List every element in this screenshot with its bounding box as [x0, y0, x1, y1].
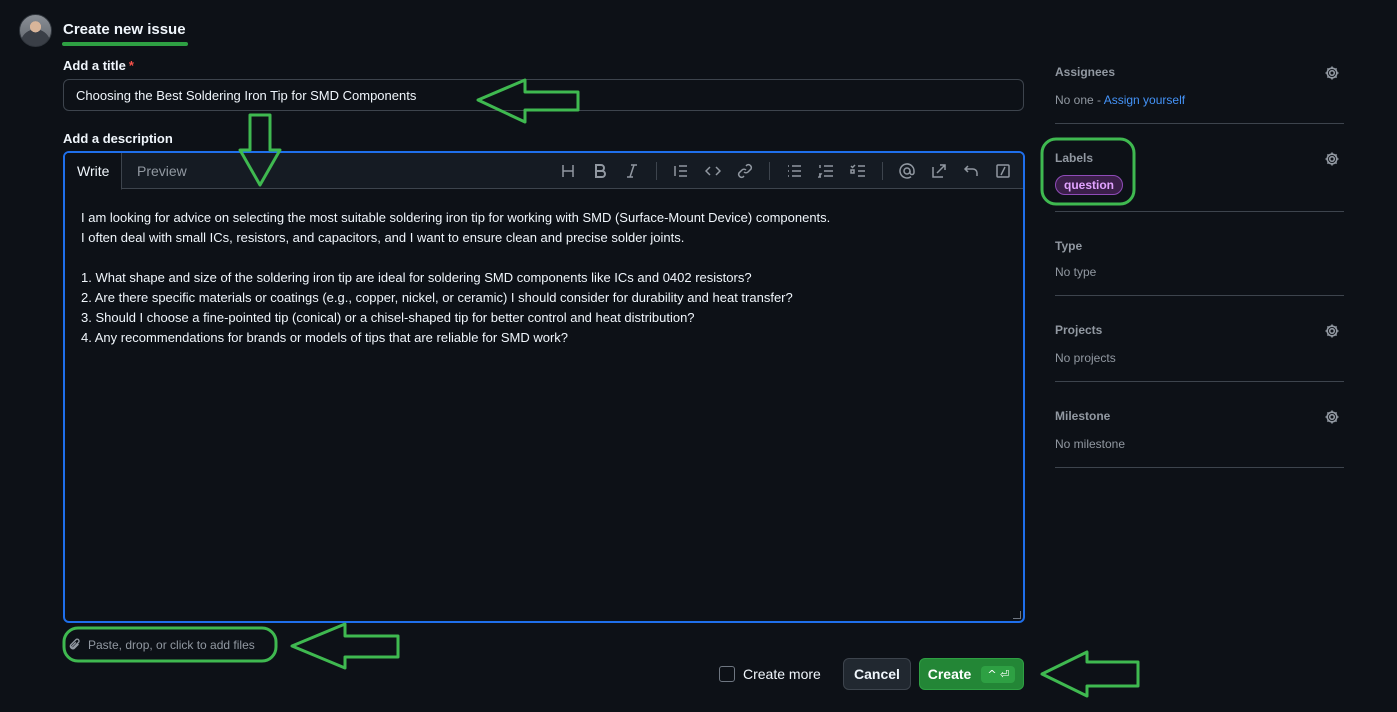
assignees-none-text: No one - [1055, 93, 1104, 107]
tab-preview[interactable]: Preview [125, 153, 199, 190]
type-value: No type [1055, 265, 1097, 279]
sidebar-milestone: Milestone No milestone [1055, 409, 1344, 468]
title-underline [62, 42, 188, 46]
undo-icon[interactable] [957, 159, 985, 183]
milestone-value: No milestone [1055, 437, 1126, 451]
title-label-text: Add a title [63, 58, 126, 73]
description-line: 4. Any recommendations for brands or mod… [81, 330, 568, 345]
bold-icon[interactable] [586, 159, 614, 183]
description-line: 1. What shape and size of the soldering … [81, 270, 752, 285]
italic-icon[interactable] [618, 159, 646, 183]
quote-icon[interactable] [667, 159, 695, 183]
paperclip-icon [69, 638, 80, 650]
assignees-value: No one - Assign yourself [1055, 93, 1344, 107]
create-more-label: Create more [743, 666, 821, 682]
annotation-arrow-create [1040, 650, 1140, 698]
description-line: I am looking for advice on selecting the… [81, 210, 831, 225]
type-title: Type [1055, 239, 1083, 253]
editor-header: Write Preview [65, 153, 1023, 190]
description-line: 3. Should I choose a fine-pointed tip (c… [81, 310, 695, 325]
cross-reference-icon[interactable] [925, 159, 953, 183]
description-editor: Write Preview I am looking for advice on… [63, 151, 1025, 623]
mention-icon[interactable] [893, 159, 921, 183]
slash-command-icon[interactable] [989, 159, 1017, 183]
code-icon[interactable] [699, 159, 727, 183]
avatar[interactable] [19, 14, 52, 47]
tab-write[interactable]: Write [65, 153, 123, 190]
sidebar-labels: Labels question [1055, 151, 1344, 212]
sidebar-type: Type No type [1055, 239, 1344, 296]
labels-gear-icon[interactable] [1324, 151, 1340, 167]
milestone-title: Milestone [1055, 409, 1111, 423]
create-more-checkbox[interactable] [719, 666, 735, 682]
annotation-arrow-attach [290, 622, 400, 670]
create-more-toggle[interactable]: Create more [719, 666, 821, 682]
resize-handle[interactable] [1013, 611, 1021, 619]
assignees-title: Assignees [1055, 65, 1116, 79]
sidebar-assignees: Assignees No one - Assign yourself [1055, 65, 1344, 124]
create-button[interactable]: Create ^ ⏎ [919, 658, 1024, 690]
link-icon[interactable] [731, 159, 759, 183]
milestone-gear-icon[interactable] [1324, 409, 1340, 425]
labels-title: Labels [1055, 151, 1094, 165]
heading-icon[interactable] [554, 159, 582, 183]
cancel-button[interactable]: Cancel [843, 658, 911, 690]
assign-yourself-link[interactable]: Assign yourself [1104, 93, 1185, 107]
title-input[interactable] [63, 79, 1024, 111]
description-blank-line [81, 248, 1007, 268]
toolbar-divider [769, 162, 770, 180]
projects-title: Projects [1055, 323, 1103, 337]
numbered-list-icon[interactable] [812, 159, 840, 183]
bulleted-list-icon[interactable] [780, 159, 808, 183]
label-question[interactable]: question [1055, 175, 1123, 195]
toolbar-divider [656, 162, 657, 180]
required-mark: * [128, 58, 134, 73]
description-line: 2. Are there specific materials or coati… [81, 290, 793, 305]
assignees-gear-icon[interactable] [1324, 65, 1340, 81]
create-button-label: Create [927, 666, 972, 682]
attach-files-button[interactable]: Paste, drop, or click to add files [68, 633, 255, 657]
description-label: Add a description [63, 131, 173, 146]
task-list-icon[interactable] [844, 159, 872, 183]
title-label: Add a title * [63, 58, 134, 73]
toolbar-divider [882, 162, 883, 180]
description-line: I often deal with small ICs, resistors, … [81, 230, 685, 245]
attach-files-text: Paste, drop, or click to add files [88, 638, 255, 652]
projects-gear-icon[interactable] [1324, 323, 1340, 339]
projects-value: No projects [1055, 351, 1116, 365]
page-title: Create new issue [63, 21, 186, 38]
description-textarea[interactable]: I am looking for advice on selecting the… [65, 190, 1023, 621]
keyboard-shortcut-hint: ^ ⏎ [981, 665, 1016, 683]
markdown-toolbar [550, 159, 1017, 183]
sidebar-projects: Projects No projects [1055, 323, 1344, 382]
